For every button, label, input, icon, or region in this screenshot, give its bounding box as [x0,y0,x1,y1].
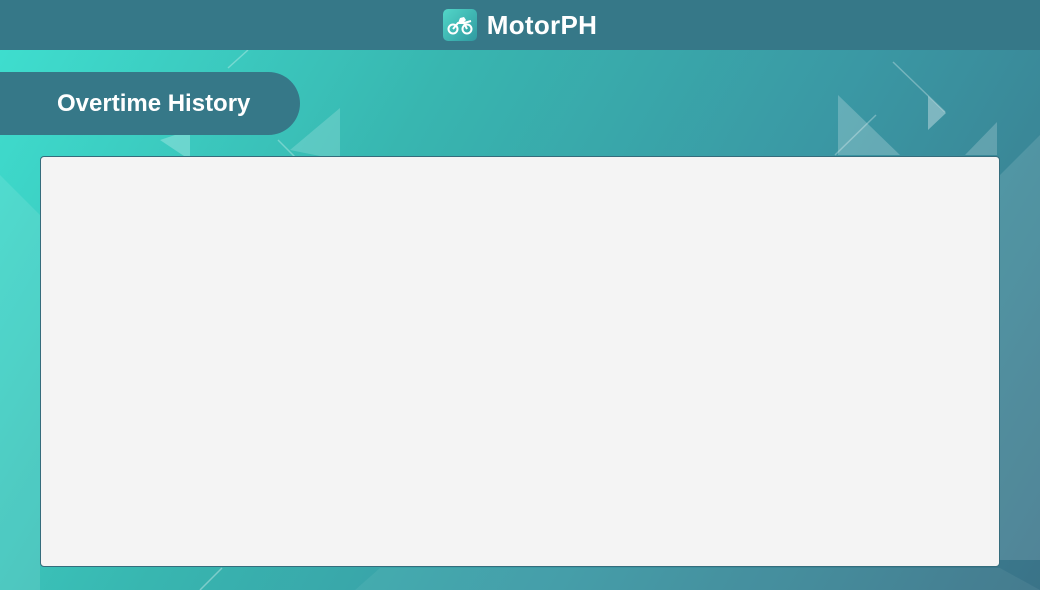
motorcycle-rider-icon [442,9,477,41]
app-title: MotorPH [486,9,598,40]
app-header: MotorPH [0,0,1040,50]
section-tab: Overtime History [0,72,300,135]
overtime-history-panel [40,156,1000,567]
page-title: Overtime History [57,89,251,117]
